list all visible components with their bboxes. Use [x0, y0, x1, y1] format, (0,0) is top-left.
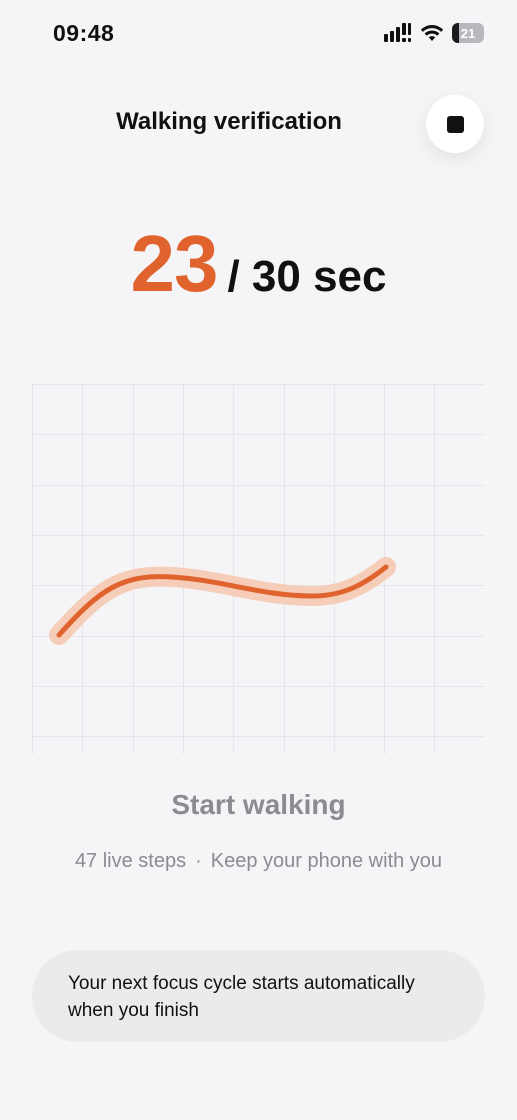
status-icons: 21	[384, 22, 484, 44]
stop-button[interactable]	[426, 95, 484, 153]
walk-heading: Start walking	[171, 789, 346, 820]
live-steps: 47 live steps	[74, 850, 187, 872]
battery-fill	[452, 23, 459, 43]
battery-level: 21	[460, 25, 476, 41]
stop-icon	[446, 115, 464, 133]
walk-subtitle: 47 live steps · Keep your phone with you	[0, 850, 517, 873]
status-time: 09:48	[53, 20, 115, 46]
chart-grid	[32, 384, 485, 754]
wifi-icon	[420, 25, 444, 41]
status-bar: 09:48 21	[0, 0, 517, 70]
timer-total: / 30 sec	[227, 252, 387, 301]
phone-hint: Keep your phone with you	[210, 850, 443, 872]
timer-elapsed: 23	[130, 219, 218, 308]
motion-trace-glow	[49, 557, 396, 645]
signal-icon	[384, 23, 411, 42]
battery-icon: 21	[452, 23, 484, 43]
page-title: Walking verification	[116, 108, 342, 135]
timer: 23/ 30 sec	[0, 218, 517, 310]
motion-chart	[32, 384, 485, 754]
battery-body: 21	[452, 23, 484, 43]
info-text: Your next focus cycle starts automatical…	[68, 973, 415, 1021]
info-card: Your next focus cycle starts automatical…	[32, 950, 485, 1042]
separator-dot: ·	[195, 850, 202, 872]
